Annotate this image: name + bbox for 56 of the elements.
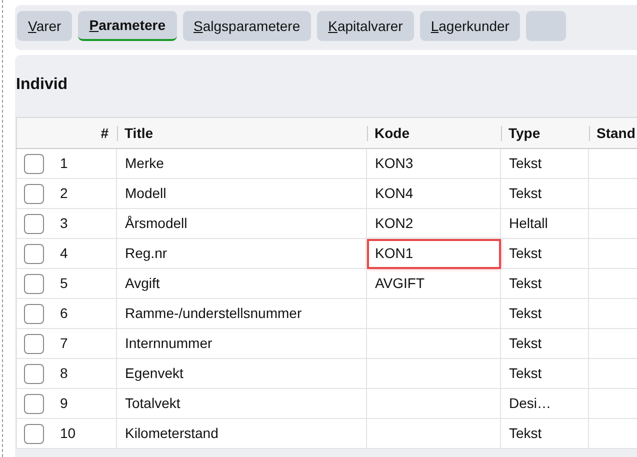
column-header[interactable]: Kode: [366, 118, 500, 148]
row-number: 2: [60, 185, 68, 202]
table-cell: Desi…: [500, 388, 588, 418]
row-number: 5: [60, 275, 68, 292]
table-cell: Tekst: [500, 268, 588, 298]
table-cell: Modell: [116, 178, 366, 208]
checkbox[interactable]: [24, 334, 44, 354]
table-cell: Ramme-/understellsnummer: [116, 298, 366, 328]
table-cell: Merke: [116, 148, 366, 178]
table-cell: KON4: [366, 178, 500, 208]
tab[interactable]: Varer: [17, 11, 72, 41]
checkbox[interactable]: [24, 424, 44, 444]
row-number: 7: [60, 335, 68, 352]
column-header[interactable]: Stand: [588, 118, 637, 148]
table-cell: Totalvekt: [116, 388, 366, 418]
table-cell: Årsmodell: [116, 208, 366, 238]
checkbox[interactable]: [24, 274, 44, 294]
table-cell: Internnummer: [116, 328, 366, 358]
row-number: 1: [60, 155, 68, 172]
row-number: 9: [60, 395, 68, 412]
checkbox[interactable]: [24, 304, 44, 324]
checkbox[interactable]: [24, 394, 44, 414]
column-header[interactable]: Title: [116, 118, 366, 148]
table-cell: Tekst: [500, 358, 588, 388]
table-cell: Egenvekt: [116, 358, 366, 388]
table-cell: Tekst: [500, 418, 588, 448]
row-number: 3: [60, 215, 68, 232]
table-cell: Avgift: [116, 268, 366, 298]
tab[interactable]: Salgsparametere: [182, 11, 312, 41]
section-title: Individ: [16, 75, 69, 95]
tab[interactable]: Lagerkunder: [420, 11, 520, 41]
table-cell: Tekst: [500, 328, 588, 358]
checkbox[interactable]: [24, 214, 44, 234]
table-cell: Tekst: [500, 148, 588, 178]
table-cell: Reg.nr: [116, 238, 366, 268]
tab[interactable]: Kapitalvarer: [317, 11, 414, 41]
row-number: 4: [60, 245, 68, 262]
table-cell: Kilometerstand: [116, 418, 366, 448]
table-cell: KON2: [366, 208, 500, 238]
tab[interactable]: Parametere: [78, 11, 176, 41]
checkbox[interactable]: [24, 244, 44, 264]
table-cell: KON3: [366, 148, 500, 178]
table-cell: KON1: [366, 238, 500, 268]
column-header[interactable]: #: [16, 118, 116, 148]
checkbox[interactable]: [24, 154, 44, 174]
table-cell: Tekst: [500, 298, 588, 328]
row-number: 6: [60, 305, 68, 322]
checkbox[interactable]: [24, 184, 44, 204]
row-number: 10: [60, 425, 76, 442]
table-cell: Heltall: [500, 208, 588, 238]
table-cell: Tekst: [500, 238, 588, 268]
table-cell: AVGIFT: [366, 268, 500, 298]
checkbox[interactable]: [24, 364, 44, 384]
column-header[interactable]: Type: [500, 118, 588, 148]
row-number: 8: [60, 365, 68, 382]
table-cell: Tekst: [500, 178, 588, 208]
